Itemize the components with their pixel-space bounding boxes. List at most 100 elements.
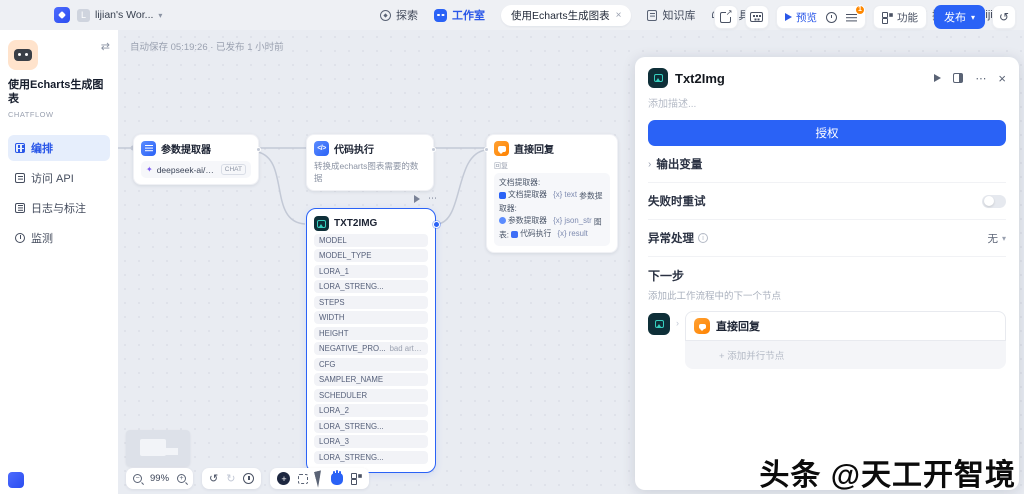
variable-chip: 参数提取器 {x} json_str bbox=[499, 215, 592, 227]
workspace-name: lijian's Wor... bbox=[95, 9, 153, 21]
share-button[interactable] bbox=[714, 5, 738, 29]
field-row: MODEL bbox=[314, 234, 428, 247]
node-direct-reply[interactable]: 直接回复 回复 文档提取器: 文档提取器 {x} text 参数提取器: 参数提… bbox=[486, 134, 618, 253]
chevron-right-icon: › bbox=[648, 159, 651, 170]
extractor-node-icon bbox=[141, 141, 156, 156]
next-node-title: 直接回复 bbox=[716, 318, 760, 334]
share-icon bbox=[720, 12, 731, 23]
select-frame-icon[interactable] bbox=[298, 474, 308, 484]
next-node-card[interactable]: 直接回复 bbox=[685, 311, 1006, 341]
code-node-icon: </> bbox=[314, 141, 329, 156]
code-icon bbox=[511, 231, 518, 238]
node-title: TXT2IMG bbox=[334, 218, 377, 229]
undo-icon[interactable]: ↺ bbox=[209, 472, 218, 485]
features-label: 功能 bbox=[897, 10, 918, 25]
orchestrate-icon bbox=[15, 143, 25, 153]
watermark: 头条 @天工开智境 bbox=[759, 450, 1016, 494]
retry-label: 失败时重试 bbox=[648, 193, 706, 209]
field-row: STEPS bbox=[314, 296, 428, 309]
version-history-button[interactable]: ↺ bbox=[992, 5, 1016, 29]
node-description: 转换成echarts图表需要的数据 bbox=[314, 160, 426, 184]
workspace-selector[interactable]: L lijian's Wor... ▾ bbox=[77, 9, 162, 22]
reply-template: 文档提取器: 文档提取器 {x} text 参数提取器: 参数提取器 {x} j… bbox=[494, 173, 610, 246]
zoom-in-icon[interactable]: + bbox=[177, 474, 186, 483]
sidebar-item-label: 访问 API bbox=[31, 170, 74, 186]
field-row: LORA_STRENG... bbox=[314, 451, 428, 464]
exception-section: 异常处理 i 无 ▾ bbox=[648, 220, 1006, 257]
nav-item-explore[interactable]: 探索 bbox=[380, 7, 418, 23]
history-icon[interactable] bbox=[243, 473, 254, 484]
nav-item-studio[interactable]: 工作室 bbox=[434, 7, 485, 23]
next-step-description: 添加此工作流程中的下一个节点 bbox=[648, 288, 1006, 302]
field-row: SCHEDULER bbox=[314, 389, 428, 402]
run-node-icon[interactable] bbox=[414, 195, 420, 203]
node-txt2img[interactable]: TXT2IMG MODEL MODEL_TYPE LORA_1 LORA_STR… bbox=[306, 208, 436, 473]
auto-layout-icon[interactable] bbox=[351, 473, 362, 484]
output-variables-section[interactable]: › 输出变量 bbox=[648, 146, 1006, 183]
plus-icon: + bbox=[719, 351, 727, 362]
more-icon[interactable]: ⋯ bbox=[428, 193, 437, 204]
zoom-level[interactable]: 99% bbox=[150, 473, 169, 484]
sidebar-item-orchestrate[interactable]: 编排 bbox=[8, 135, 110, 161]
close-icon[interactable]: × bbox=[616, 10, 622, 21]
app-logo-icon[interactable] bbox=[54, 7, 70, 23]
exception-select[interactable]: 无 ▾ bbox=[987, 231, 1006, 246]
test-settings-button[interactable]: 1 bbox=[846, 12, 857, 23]
field-row: NEGATIVE_PRO...bad art, ugly, d... bbox=[314, 342, 428, 355]
hand-tool-icon[interactable] bbox=[331, 473, 343, 485]
preview-label: 预览 bbox=[796, 10, 817, 25]
variable-chip: 文档提取器 {x} text bbox=[499, 189, 577, 201]
sidebar-item-api[interactable]: 访问 API bbox=[8, 165, 110, 191]
grid-icon bbox=[882, 12, 893, 23]
reply-section-label: 回复 bbox=[494, 161, 610, 171]
play-icon bbox=[785, 13, 792, 21]
minimap[interactable] bbox=[126, 430, 190, 466]
txt2img-panel-icon bbox=[648, 68, 668, 88]
close-panel-icon[interactable]: × bbox=[998, 71, 1006, 86]
node-parameter-extractor[interactable]: 参数提取器 ✦ deepseek-ai/DeepSe... CHAT bbox=[133, 134, 259, 185]
description-input[interactable]: 添加描述... bbox=[648, 95, 1006, 110]
clock-icon bbox=[826, 12, 837, 23]
zoom-out-icon[interactable]: − bbox=[133, 474, 142, 483]
footer-logo-icon bbox=[8, 472, 24, 488]
sidebar-item-logs[interactable]: 日志与标注 bbox=[8, 195, 110, 221]
shortcuts-button[interactable] bbox=[745, 5, 769, 29]
output-variables-label: 输出变量 bbox=[656, 156, 702, 172]
collapse-sidebar-icon[interactable]: ⇄ bbox=[101, 40, 110, 53]
sidebar-item-label: 编排 bbox=[31, 140, 53, 156]
canvas-header-actions: 预览 1 功能 发布 ▾ ↺ bbox=[714, 5, 1016, 29]
pointer-tool-icon[interactable] bbox=[315, 470, 326, 487]
txt2img-fields: MODEL MODEL_TYPE LORA_1 LORA_STRENG... S… bbox=[314, 234, 428, 464]
preview-button[interactable]: 预览 bbox=[785, 10, 817, 25]
input-port[interactable] bbox=[484, 147, 489, 152]
output-port-selected[interactable] bbox=[433, 221, 440, 228]
field-row: LORA_1 bbox=[314, 265, 428, 278]
redo-icon[interactable]: ↻ bbox=[226, 472, 235, 485]
chevron-right-icon: › bbox=[676, 318, 679, 328]
authorize-button[interactable]: 授权 bbox=[648, 120, 1006, 146]
field-row: LORA_STRENG... bbox=[314, 280, 428, 293]
run-node-icon[interactable] bbox=[934, 74, 941, 82]
node-code-execution[interactable]: </> 代码执行 转换成echarts图表需要的数据 bbox=[306, 134, 434, 191]
add-parallel-label: 添加并行节点 bbox=[727, 351, 784, 362]
add-node-icon[interactable]: + bbox=[277, 472, 290, 485]
nav-item-knowledge[interactable]: 知识库 bbox=[647, 7, 695, 23]
output-port[interactable] bbox=[256, 147, 261, 152]
output-port[interactable] bbox=[431, 147, 436, 152]
retry-toggle[interactable] bbox=[982, 195, 1006, 208]
add-parallel-node-button[interactable]: + 添加并行节点 bbox=[685, 341, 1006, 369]
run-history-button[interactable] bbox=[826, 12, 837, 23]
extractor-icon bbox=[499, 217, 506, 224]
more-icon[interactable]: ⋯ bbox=[975, 72, 986, 85]
sidebar-item-monitor[interactable]: 监测 bbox=[8, 225, 110, 251]
publish-button[interactable]: 发布 ▾ bbox=[934, 5, 985, 29]
nav-explore-label: 探索 bbox=[396, 7, 418, 23]
model-icon: ✦ bbox=[146, 165, 153, 174]
model-name: deepseek-ai/DeepSe... bbox=[157, 165, 217, 175]
expand-panel-icon[interactable] bbox=[953, 73, 963, 83]
features-button[interactable]: 功能 bbox=[882, 10, 918, 25]
open-workflow-tab[interactable]: 使用Echarts生成图表 × bbox=[501, 5, 631, 26]
field-row: WIDTH bbox=[314, 311, 428, 324]
keyboard-icon bbox=[750, 12, 763, 22]
notification-badge: 1 bbox=[855, 5, 865, 15]
